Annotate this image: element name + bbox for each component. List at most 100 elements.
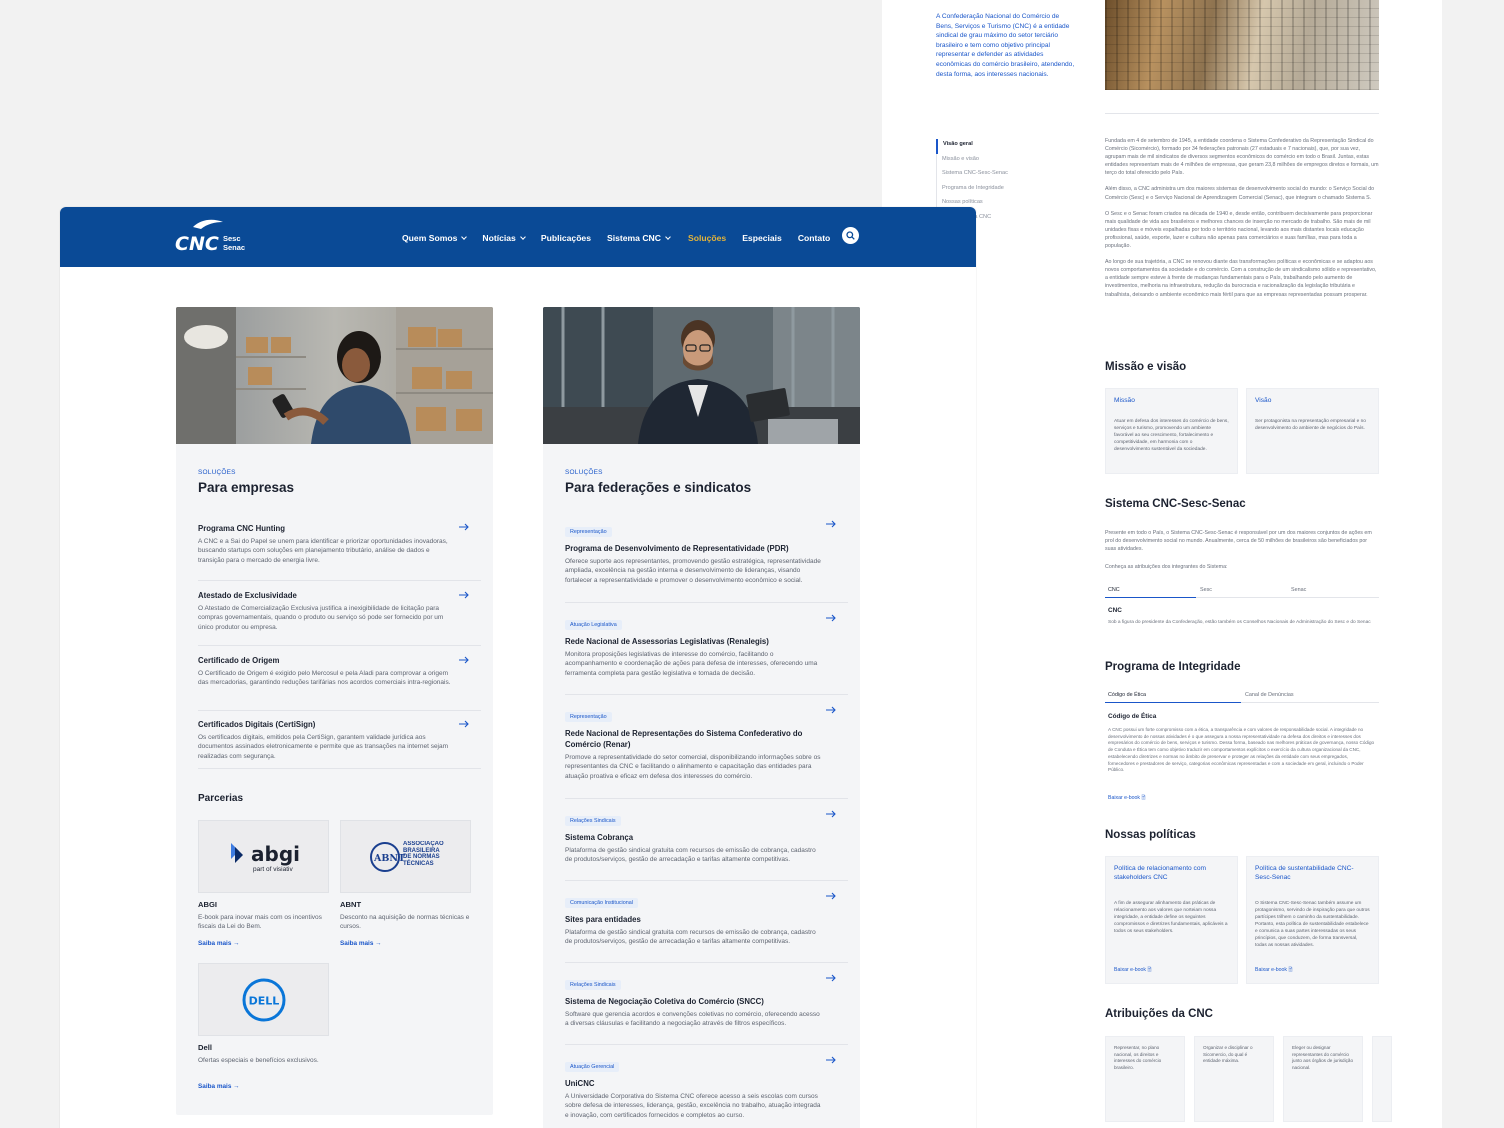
partner-logo-abgi[interactable]: abgi part of visiativ (198, 820, 329, 893)
logo-text: CNC (175, 233, 219, 253)
arrow-right-icon: → (233, 940, 240, 947)
arrow-right-icon (826, 974, 836, 982)
nav-contato[interactable]: Contato (798, 231, 830, 245)
document-icon: 🗎 (1288, 967, 1293, 973)
sistema-heading: Sistema CNC-Sesc-Senac (1105, 498, 1246, 510)
integridade-tabs: Código de Ética Canal de Denúncias (1105, 691, 1379, 703)
section-nav-item[interactable]: Sistema CNC-Sesc-Senac (937, 168, 1046, 183)
arrow-right-icon: → (233, 1083, 240, 1090)
category-tag: Representação (565, 712, 612, 722)
section-eyebrow: SOLUÇÕES (198, 469, 236, 476)
solution-item[interactable]: Atestado de Exclusividade O Atestado de … (198, 581, 481, 646)
solution-desc: Plataforma de gestão sindical gratuita c… (565, 847, 816, 864)
tab-codigo-etica[interactable]: Código de Ética (1108, 692, 1146, 698)
main-menu: Quem Somos Notícias Publicações Sistema … (402, 231, 846, 245)
partner-logo-text: ABNT (373, 853, 405, 864)
partner-logo-abnt[interactable]: ABNT ASSOCIAÇÃO BRASILEIRA DE NORMAS TÉC… (340, 820, 471, 893)
card-text: Atuar em defesa dos interesses do comérc… (1114, 418, 1229, 452)
logo-sub-text: Sesc (223, 234, 241, 243)
solution-item[interactable]: Relações Sindicais Sistema Cobrança Plat… (565, 799, 848, 881)
logo-sub-text: Senac (223, 243, 245, 252)
partner-name: ABNT (340, 900, 362, 909)
solution-item[interactable]: Relações Sindicais Sistema de Negociação… (565, 963, 848, 1045)
cnc-logo[interactable]: CNC Sesc Senac (175, 219, 255, 255)
missao-heading: Missão e visão (1105, 361, 1187, 373)
download-link[interactable]: Baixar e-book 🗎 (1108, 794, 1146, 803)
solution-title: UniCNC (565, 1079, 595, 1088)
arrow-right-icon: → (375, 940, 382, 947)
overview-text: Fundada em 4 de setembro de 1945, a enti… (1105, 137, 1379, 307)
solution-item[interactable]: Certificados Digitais (CertiSign) Os cer… (198, 711, 481, 769)
tab-sesc[interactable]: Sesc (1200, 587, 1212, 593)
tab-cnc[interactable]: CNC (1108, 587, 1120, 593)
partner-desc: Ofertas especiais e benefícios exclusivo… (198, 1057, 319, 1064)
solution-title: Sistema de Negociação Coletiva do Comérc… (565, 997, 764, 1006)
visao-card: Visão Ser protagonista na representação … (1246, 388, 1379, 474)
paragraph: O Sesc e o Senac foram criados na década… (1105, 210, 1373, 250)
partner-desc: E-book para inovar mais com os incentivo… (198, 914, 322, 931)
integridade-heading: Programa de Integridade (1105, 661, 1241, 673)
saiba-mais-link[interactable]: Saiba mais → (340, 940, 382, 947)
solution-item[interactable]: Comunicação Institucional Sites para ent… (565, 881, 848, 963)
solution-desc: O Atestado de Comercialização Exclusiva … (198, 605, 444, 631)
download-link[interactable]: Baixar e-book 🗎 (1114, 966, 1152, 975)
solution-title: Sites para entidades (565, 915, 641, 924)
sistema-text-2: Conheça as atribuições dos integrantes d… (1105, 564, 1228, 570)
nav-publicacoes[interactable]: Publicações (541, 231, 591, 245)
document-icon: 🗎 (1147, 967, 1152, 973)
tab-canal-denuncias[interactable]: Canal de Denúncias (1245, 692, 1294, 698)
parcerias-heading: Parcerias (198, 793, 244, 804)
nav-sistema-cnc[interactable]: Sistema CNC (607, 231, 671, 245)
card-title: Política de sustentabilidade CNC-Sesc-Se… (1255, 865, 1354, 881)
category-tag: Relações Sindicais (565, 980, 621, 990)
nav-especiais[interactable]: Especiais (742, 231, 782, 245)
integridade-subheading: Código de Ética (1108, 713, 1157, 720)
solution-item[interactable]: Certificado de Origem O Certificado de O… (198, 646, 481, 711)
solution-desc: A CNC e a Sai do Papel se unem para iden… (198, 538, 448, 564)
arrow-right-icon (826, 810, 836, 818)
arrow-right-icon (459, 591, 469, 599)
solution-title: Programa CNC Hunting (198, 524, 286, 533)
solution-item[interactable]: Programa CNC Hunting A CNC e a Sai do Pa… (198, 517, 481, 581)
section-nav-item[interactable]: Visão geral (936, 139, 1046, 154)
cnc-logo-mark: CNC Sesc Senac (175, 219, 245, 255)
arrow-right-icon (459, 656, 469, 664)
solution-desc: Promove a representatividade do setor co… (565, 754, 821, 780)
partner-logo-text: DELL (249, 995, 280, 1008)
chevron-down-icon (665, 233, 671, 240)
solution-title: Certificado de Origem (198, 656, 280, 665)
solution-title: Certificados Digitais (CertiSign) (198, 720, 316, 729)
solution-title: Rede Nacional de Representações do Siste… (565, 729, 803, 749)
partner-logo-dell[interactable]: DELL (198, 963, 329, 1036)
atribuicao-card: Organizar e disciplinar o Sicomercio, do… (1194, 1036, 1274, 1122)
tab-senac[interactable]: Senac (1291, 587, 1306, 593)
intro-text: A Confederação Nacional do Comércio de B… (936, 13, 1075, 78)
solution-item[interactable]: Atuação Gerencial UniCNC A Universidade … (565, 1045, 848, 1125)
nav-noticias[interactable]: Notícias (482, 231, 526, 245)
download-link[interactable]: Baixar e-book 🗎 (1255, 966, 1293, 975)
category-tag: Comunicação Institucional (565, 898, 638, 908)
sistema-subheading: CNC (1108, 607, 1122, 614)
saiba-mais-link[interactable]: Saiba mais → (198, 940, 240, 947)
nav-quem-somos[interactable]: Quem Somos (402, 231, 468, 245)
solution-title: Sistema Cobrança (565, 833, 634, 842)
arrow-right-icon (459, 523, 469, 531)
section-eyebrow: SOLUÇÕES (565, 469, 603, 476)
arrow-right-icon (826, 706, 836, 714)
section-nav-item[interactable]: Programa de Integridade (937, 183, 1046, 198)
card-title: Política de relacionamento com stakehold… (1114, 865, 1206, 881)
solution-desc: Plataforma de gestão sindical gratuita c… (565, 929, 816, 946)
arrow-right-icon (826, 892, 836, 900)
warehouse-woman-photo (176, 307, 493, 444)
arrow-right-icon (826, 1056, 836, 1064)
solution-item[interactable]: Atuação Legislativa Rede Nacional de Ass… (565, 603, 848, 695)
partner-logo-text: abgi (251, 842, 300, 866)
nav-solucoes[interactable]: Soluções (688, 231, 726, 245)
paragraph: Ao longo de sua trajetória, a CNC se ren… (1105, 259, 1377, 298)
saiba-mais-link[interactable]: Saiba mais → (198, 1083, 240, 1090)
solution-item[interactable]: Representação Rede Nacional de Represent… (565, 695, 848, 799)
solution-item[interactable]: Representação Programa de Desenvolviment… (565, 514, 848, 603)
integridade-text: A CNC possui um forte compromisso com a … (1108, 727, 1375, 773)
section-nav-item[interactable]: Missão e visão (937, 154, 1046, 169)
search-button[interactable] (842, 227, 859, 244)
